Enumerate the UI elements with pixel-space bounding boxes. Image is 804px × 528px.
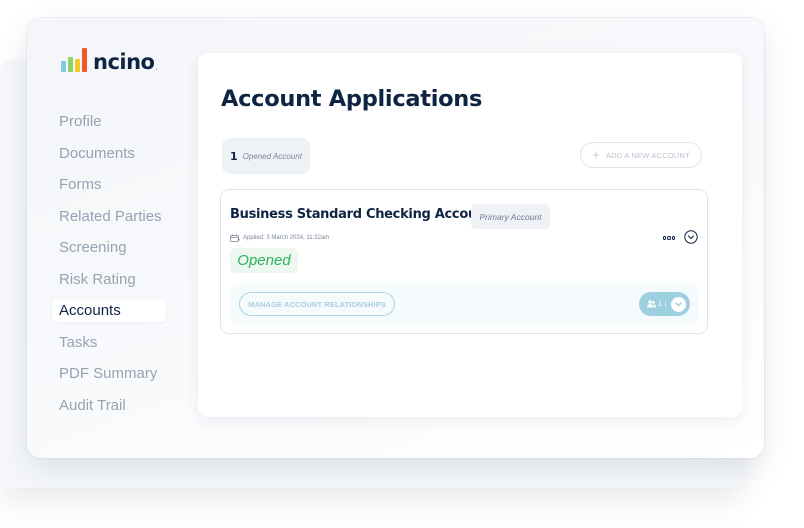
main-panel: Account Applications 1 Opened Account + … xyxy=(198,53,742,417)
status-badge: Opened xyxy=(230,248,298,273)
logo-trademark-dot: . xyxy=(155,65,158,72)
relationships-bar: MANAGE ACCOUNT RELATIONSHIPS 1 | xyxy=(230,284,699,325)
sidebar-item-related-parties[interactable]: Related Parties xyxy=(52,205,166,228)
sidebar-item-risk-rating[interactable]: Risk Rating xyxy=(52,268,166,291)
primary-account-tag: Primary Account xyxy=(471,204,550,229)
opened-count-label: Opened Account xyxy=(242,151,302,161)
applied-date: Applied: 3 March 2024, 11:32am xyxy=(230,234,329,242)
users-icon xyxy=(647,300,656,308)
sidebar-item-forms[interactable]: Forms xyxy=(52,173,166,196)
chevron-down-circle-icon[interactable] xyxy=(684,230,698,244)
sidebar-item-audit-trail[interactable]: Audit Trail xyxy=(52,394,166,417)
calendar-icon xyxy=(230,234,240,242)
plus-icon: + xyxy=(592,147,600,162)
applied-date-text: Applied: 3 March 2024, 11:32am xyxy=(243,235,330,241)
logo-wordmark: ncino xyxy=(93,50,155,74)
chevron-down-icon xyxy=(670,296,686,312)
opened-count: 1 xyxy=(230,149,238,163)
relationships-count: 1 xyxy=(658,300,662,308)
more-options-icon[interactable] xyxy=(662,233,676,243)
manage-account-relationships-button[interactable]: MANAGE ACCOUNT RELATIONSHIPS xyxy=(239,292,395,316)
page-title: Account Applications xyxy=(221,86,483,112)
separator: | xyxy=(664,300,667,308)
stage: ncino . Profile Documents Forms Related … xyxy=(0,0,804,528)
add-new-account-button[interactable]: + ADD A NEW ACCOUNT xyxy=(580,142,702,168)
sidebar-item-accounts[interactable]: Accounts xyxy=(52,299,166,322)
sidebar-nav: Profile Documents Forms Related Parties … xyxy=(52,110,166,425)
account-card: Business Standard Checking Account Prima… xyxy=(220,189,708,334)
opened-accounts-summary: 1 Opened Account xyxy=(222,138,310,174)
sidebar-item-pdf-summary[interactable]: PDF Summary xyxy=(52,362,166,385)
sidebar-item-tasks[interactable]: Tasks xyxy=(52,331,166,354)
account-name: Business Standard Checking Account xyxy=(230,207,492,222)
logo-bars-icon xyxy=(61,48,87,72)
sidebar-item-profile[interactable]: Profile xyxy=(52,110,166,133)
sidebar-item-screening[interactable]: Screening xyxy=(52,236,166,259)
ncino-logo[interactable]: ncino . xyxy=(61,48,158,74)
sidebar-item-documents[interactable]: Documents xyxy=(52,142,166,165)
relationships-count-toggle[interactable]: 1 | xyxy=(639,292,690,316)
add-new-account-label: ADD A NEW ACCOUNT xyxy=(605,150,690,160)
